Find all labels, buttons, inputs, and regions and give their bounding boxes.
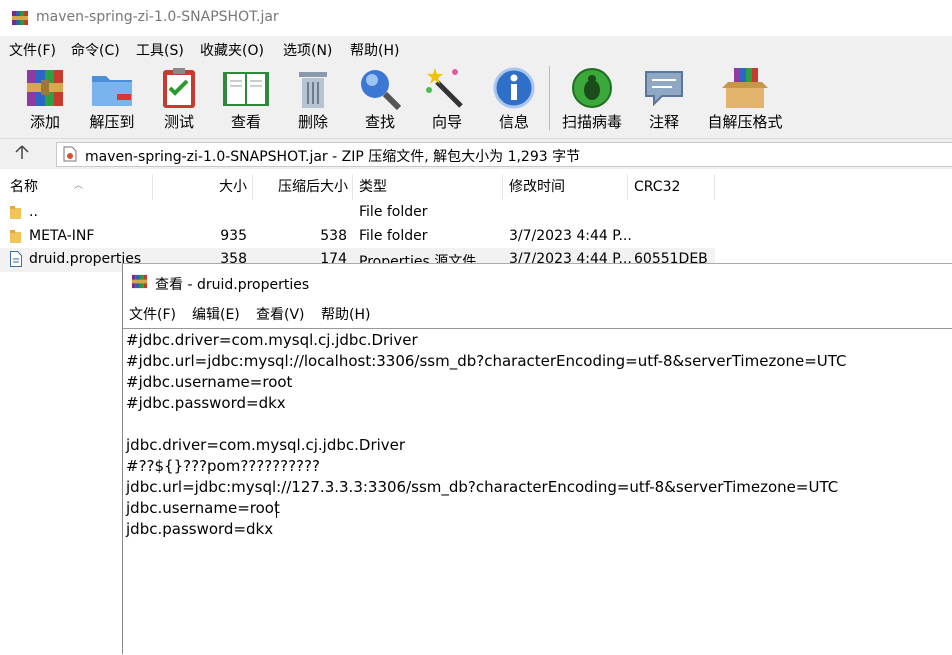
column-crc-label: CRC32: [634, 179, 681, 195]
menu-commands[interactable]: 命令(C): [71, 40, 120, 60]
test-button[interactable]: 测试: [146, 66, 212, 136]
test-clipboard-icon: [163, 68, 195, 108]
text-caret: [276, 501, 277, 518]
wizard-label: 向导: [431, 113, 462, 131]
viewer-title-bar: 查看 - druid.properties: [123, 264, 952, 298]
toolbar-separator: [549, 66, 550, 130]
info-label: 信息: [498, 113, 529, 131]
address-field[interactable]: maven-spring-zi-1.0-SNAPSHOT.jar - ZIP 压…: [56, 142, 952, 167]
text-line: #??${}???pom??????????: [126, 457, 320, 475]
info-icon: [493, 67, 535, 109]
view-label: 查看: [230, 113, 261, 131]
viewer-window: 查看 - druid.properties 文件(F) 编辑(E) 查看(V) …: [122, 263, 952, 655]
table-row[interactable]: META-INF 935 538 File folder 3/7/2023 4:…: [0, 225, 715, 249]
jar-file-icon: [63, 146, 77, 162]
sfx-label: 自解压格式: [707, 113, 783, 131]
wizard-button[interactable]: 向导: [414, 66, 480, 136]
up-arrow-icon[interactable]: [14, 144, 36, 164]
column-size[interactable]: 大小: [153, 174, 253, 200]
winrar-app-icon: [131, 274, 148, 289]
table-row[interactable]: .. File folder: [0, 201, 715, 225]
menu-help[interactable]: 帮助(H): [350, 40, 399, 60]
scan-label: 扫描病毒: [561, 113, 622, 131]
comment-button[interactable]: 注释: [631, 66, 697, 136]
add-button[interactable]: 添加: [12, 66, 78, 136]
view-book-icon: [223, 72, 269, 106]
column-name[interactable]: 名称 ︿: [0, 174, 153, 200]
extract-folder-icon: [92, 76, 132, 106]
file-type: File folder: [359, 228, 428, 244]
sfx-button[interactable]: 自解压格式: [707, 66, 783, 136]
file-modified: 3/7/2023 4:44 P...: [509, 228, 632, 244]
column-modified-label: 修改时间: [509, 179, 565, 195]
delete-label: 删除: [297, 113, 328, 131]
column-type[interactable]: 类型: [353, 174, 503, 200]
column-size-label: 大小: [219, 179, 247, 195]
text-line: jdbc.password=dkx: [126, 520, 274, 538]
text-line: #jdbc.username=root: [126, 373, 293, 391]
extract-to-button[interactable]: 解压到: [79, 66, 145, 136]
add-label: 添加: [29, 113, 60, 131]
text-line: jdbc.url=jdbc:mysql://127.3.3.3:3306/ssm…: [126, 478, 839, 496]
text-line: #jdbc.url=jdbc:mysql://localhost:3306/ss…: [126, 352, 847, 370]
column-modified[interactable]: 修改时间: [503, 174, 628, 200]
file-name: META-INF: [29, 228, 95, 244]
magnifier-icon: [361, 70, 402, 110]
file-type: File folder: [359, 204, 428, 220]
add-archive-icon: [27, 70, 63, 106]
text-line: #jdbc.password=dkx: [126, 394, 286, 412]
viewer-menu-view[interactable]: 查看(V): [256, 304, 305, 324]
winrar-app-icon: [12, 11, 28, 25]
file-name: ..: [29, 204, 38, 220]
extract-label: 解压到: [89, 113, 135, 131]
toolbar: 添加 解压到 测试 查看 删除 查找 向导 信息 扫描病毒 注释 自解压格式: [0, 60, 952, 139]
window-title: maven-spring-zi-1.0-SNAPSHOT.jar: [36, 9, 279, 25]
address-path: maven-spring-zi-1.0-SNAPSHOT.jar - ZIP 压…: [85, 149, 581, 165]
virus-scan-icon: [572, 68, 612, 108]
file-packed-size: 538: [320, 228, 347, 244]
title-bar: maven-spring-zi-1.0-SNAPSHOT.jar: [0, 0, 952, 36]
info-button[interactable]: 信息: [481, 66, 547, 136]
text-line: jdbc.username=root: [126, 499, 280, 517]
viewer-text-area[interactable]: #jdbc.driver=com.mysql.cj.jdbc.Driver #j…: [123, 328, 952, 655]
address-bar: maven-spring-zi-1.0-SNAPSHOT.jar - ZIP 压…: [0, 139, 952, 169]
viewer-menu-help[interactable]: 帮助(H): [321, 304, 370, 324]
magic-wand-icon: [426, 68, 463, 108]
delete-button[interactable]: 删除: [280, 66, 346, 136]
text-line: #jdbc.driver=com.mysql.cj.jdbc.Driver: [126, 331, 418, 349]
menu-bar: 文件(F) 命令(C) 工具(S) 收藏夹(O) 选项(N) 帮助(H): [0, 36, 952, 60]
folder-icon: [10, 206, 21, 219]
folder-icon: [10, 230, 21, 243]
sfx-box-icon: [722, 68, 768, 108]
menu-tools[interactable]: 工具(S): [136, 40, 184, 60]
find-label: 查找: [364, 113, 395, 131]
sort-up-icon: ︿: [74, 181, 84, 191]
viewer-menu-edit[interactable]: 编辑(E): [192, 304, 240, 324]
file-size: 935: [220, 228, 247, 244]
menu-options[interactable]: 选项(N): [283, 40, 332, 60]
column-type-label: 类型: [359, 179, 387, 195]
scan-virus-button[interactable]: 扫描病毒: [559, 66, 625, 136]
menu-favorites[interactable]: 收藏夹(O): [200, 40, 264, 60]
text-line: jdbc.driver=com.mysql.cj.jdbc.Driver: [126, 436, 406, 454]
comment-label: 注释: [648, 113, 679, 131]
column-name-label: 名称: [10, 179, 38, 195]
test-label: 测试: [163, 113, 194, 131]
viewer-menu-bar: 文件(F) 编辑(E) 查看(V) 帮助(H): [123, 298, 952, 326]
column-packed-label: 压缩后大小: [278, 179, 348, 195]
viewer-menu-file[interactable]: 文件(F): [129, 304, 176, 324]
trash-icon: [299, 72, 327, 108]
find-button[interactable]: 查找: [347, 66, 413, 136]
menu-file[interactable]: 文件(F): [9, 40, 56, 60]
comment-icon: [645, 71, 683, 107]
column-packed[interactable]: 压缩后大小: [253, 174, 353, 200]
properties-file-icon: [10, 251, 22, 267]
view-button[interactable]: 查看: [213, 66, 279, 136]
column-crc[interactable]: CRC32: [628, 174, 715, 200]
viewer-title: 查看 - druid.properties: [155, 277, 310, 293]
